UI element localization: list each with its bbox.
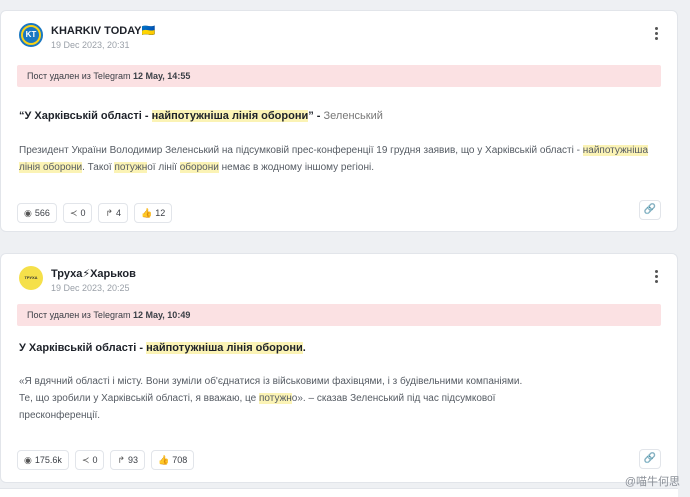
shares-counter[interactable]: ≺ 0: [74, 450, 105, 470]
post-headline: “У Харківській області - найпотужніша лі…: [19, 110, 661, 122]
shares-count: 0: [80, 208, 86, 218]
deleted-banner: Пост удален из Telegram 12 May, 14:55: [17, 65, 661, 87]
shares-counter[interactable]: ≺ 0: [62, 203, 93, 223]
avatar-label: KT: [23, 27, 39, 43]
headline-text: У Харківській області -: [19, 342, 147, 354]
forwards-counter[interactable]: ↱ 4: [98, 203, 129, 223]
copy-link-button[interactable]: 🔗: [639, 449, 661, 469]
deleted-label: Пост удален из Telegram: [27, 71, 133, 81]
thumbs-up-icon: 👍: [141, 207, 153, 218]
body-highlight: потужн: [114, 162, 148, 173]
body-text: немає в жодному іншому регіоні.: [218, 162, 374, 173]
deleted-label: Пост удален из Telegram: [27, 310, 133, 320]
channel-name[interactable]: Труха⚡Харьков: [51, 267, 136, 280]
headline-text: “У Харківській області -: [19, 110, 152, 122]
channel-name[interactable]: KHARKIV TODAY🇺🇦: [51, 24, 155, 37]
views-counter[interactable]: ◉ 175.6k: [17, 450, 69, 470]
headline-highlight: найпотужніша лінія оборони: [146, 342, 303, 354]
views-counter[interactable]: ◉ 566: [17, 203, 57, 223]
more-vertical-icon[interactable]: [653, 270, 659, 286]
views-count: 566: [34, 208, 50, 218]
more-vertical-icon[interactable]: [653, 27, 659, 43]
share-icon: ≺: [69, 207, 78, 218]
deleted-banner: Пост удален из Telegram 12 May, 10:49: [17, 304, 661, 326]
body-text: . Такої: [82, 162, 115, 173]
post-stats: ◉ 566 ≺ 0 ↱ 4 👍 12: [17, 203, 178, 223]
post-card: ТРУХА Труха⚡Харьков 19 Dec 2023, 20:25 П…: [0, 253, 678, 483]
channel-avatar[interactable]: ТРУХА: [19, 266, 43, 290]
thumbs-up-icon: 👍: [158, 454, 170, 465]
post-date: 19 Dec 2023, 20:25: [51, 283, 130, 293]
share-icon: ≺: [81, 454, 90, 465]
post-body: «Я вдячний області і місту. Вони зуміли …: [19, 373, 653, 424]
body-text: ої лінії: [147, 162, 180, 173]
headline-text: ” -: [308, 110, 324, 122]
channel-avatar[interactable]: KT: [19, 23, 43, 47]
body-highlight: потужн: [259, 393, 292, 404]
forward-icon: ↱: [117, 454, 125, 465]
body-line: пресконференції.: [19, 410, 101, 421]
post-stats: ◉ 175.6k ≺ 0 ↱ 93 👍 708: [17, 450, 200, 470]
eye-icon: ◉: [24, 207, 32, 218]
copy-link-button[interactable]: 🔗: [639, 200, 661, 220]
headline-highlight: найпотужніша лінія оборони: [151, 110, 309, 122]
body-text: Президент України Володимир Зеленський н…: [19, 145, 583, 156]
next-card-edge: [0, 488, 678, 497]
watermark: @喵牛何思: [624, 476, 680, 488]
post-date: 19 Dec 2023, 20:31: [51, 40, 130, 50]
body-text: о». – сказав Зеленський під час підсумко…: [291, 393, 496, 404]
post-header: ТРУХА Труха⚡Харьков 19 Dec 2023, 20:25: [19, 266, 663, 298]
avatar-label: ТРУХА: [24, 275, 38, 280]
link-icon: 🔗: [643, 453, 657, 464]
likes-count: 708: [172, 455, 188, 465]
link-icon: 🔗: [643, 204, 657, 215]
forwards-count: 4: [116, 208, 122, 218]
post-body: Президент України Володимир Зеленський н…: [19, 142, 653, 176]
views-count: 175.6k: [34, 455, 62, 465]
headline-author: Зеленський: [323, 110, 383, 122]
headline-text: .: [302, 342, 306, 354]
body-line: «Я вдячний області і місту. Вони зуміли …: [19, 376, 523, 387]
forwards-count: 93: [128, 455, 139, 465]
deleted-time: 12 May, 10:49: [132, 310, 191, 320]
body-highlight: оборони: [179, 162, 219, 173]
forwards-counter[interactable]: ↱ 93: [110, 450, 146, 470]
deleted-time: 12 May, 14:55: [132, 71, 191, 81]
post-headline: У Харківській області - найпотужніша лін…: [19, 342, 661, 354]
eye-icon: ◉: [24, 454, 32, 465]
body-line: Те, що зробили у Харківській області, я …: [19, 390, 653, 407]
likes-counter[interactable]: 👍 12: [134, 203, 173, 223]
likes-counter[interactable]: 👍 708: [151, 450, 195, 470]
post-header: KT KHARKIV TODAY🇺🇦 19 Dec 2023, 20:31: [19, 23, 663, 55]
post-card: KT KHARKIV TODAY🇺🇦 19 Dec 2023, 20:31 По…: [0, 10, 678, 232]
likes-count: 12: [155, 208, 166, 218]
body-text: Те, що зробили у Харківській області, я …: [19, 393, 260, 404]
forward-icon: ↱: [105, 207, 113, 218]
shares-count: 0: [92, 455, 98, 465]
